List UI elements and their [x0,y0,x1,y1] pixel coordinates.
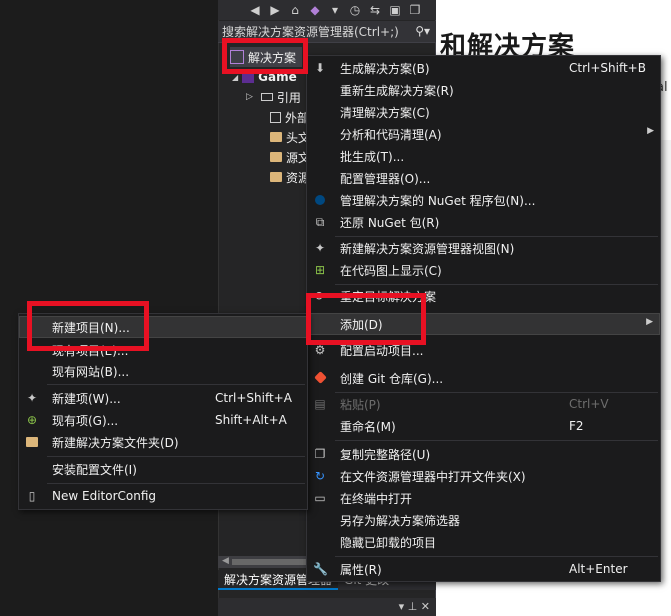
refresh-icon: ↻ [314,469,326,483]
tree-project[interactable]: ◢ Game [232,67,297,87]
solution-search-bar[interactable]: 搜索解决方案资源管理器(Ctrl+;) ⚲▾ [218,21,436,43]
paste-icon: ▤ [314,397,326,411]
menu-item-copy-full-path[interactable]: ❐ 复制完整路径(U) [307,443,660,465]
menu-item-config-manager[interactable]: 配置管理器(O)... [307,167,660,189]
folder-icon [270,132,282,142]
vs-icon[interactable]: ◆ [308,3,322,17]
submenu-item-new-editorconfig[interactable]: ▯ New EditorConfig [19,485,307,507]
submenu-item-existing-item[interactable]: ⊕ 现有项(G)... Shift+Alt+A [19,409,307,431]
solution-search-input[interactable]: 搜索解决方案资源管理器(Ctrl+;) [222,23,402,40]
restore-icon: ⧉ [315,215,325,229]
submenu-item-new-solution-folder[interactable]: 新建解决方案文件夹(D) [19,431,307,453]
menu-item-create-git-repo[interactable]: 创建 Git 仓库(G)... [307,367,660,389]
menu-item-paste[interactable]: ▤ 粘贴(P) Ctrl+V [307,393,660,415]
menu-item-add[interactable]: 添加(D) ▶ [307,313,660,335]
dropdown-icon[interactable]: ▾ [399,600,405,613]
folder-icon [270,172,282,182]
gear-icon: ⚙ [314,343,326,357]
menu-item-rename[interactable]: 重命名(M) F2 [307,415,660,437]
menu-item-clean-solution[interactable]: 清理解决方案(C) [307,101,660,123]
menu-item-rebuild-solution[interactable]: 重新生成解决方案(R) [307,79,660,101]
nuget-icon [315,195,325,205]
menu-item-restore-nuget[interactable]: ⧉ 还原 NuGet 包(R) [307,211,660,233]
menu-item-new-explorer-view[interactable]: ✦ 新建解决方案资源管理器视图(N) [307,237,660,259]
project-icon [242,71,255,83]
terminal-icon: ▭ [314,491,326,505]
menu-separator [47,483,305,484]
editor-background [0,0,218,616]
collapse-icon[interactable]: ▣ [388,3,402,17]
external-deps-icon [270,111,281,123]
solution-context-menu: ⬇ 生成解决方案(B) Ctrl+Shift+B 重新生成解决方案(R) 清理解… [306,55,661,582]
home-icon[interactable]: ⌂ [288,3,302,17]
folder-icon [270,152,282,162]
menu-item-properties[interactable]: 🔧 属性(R) Alt+Enter [307,558,660,580]
switch-view-icon[interactable]: ▾ [328,3,342,17]
panel-bottom-bar: ▾ ⊥ ✕ [218,598,436,616]
tree-item-label: 引用 [276,90,301,105]
close-icon[interactable]: ✕ [421,600,430,613]
file-icon: ▯ [28,489,36,503]
tree-solution-label: 解决方案 [248,50,297,65]
menu-item-analyze[interactable]: 分析和代码清理(A) ▶ [307,123,660,145]
forward-icon[interactable]: ▶ [268,3,282,17]
menu-separator [47,384,305,385]
menu-item-open-in-explorer[interactable]: ↻ 在文件资源管理器中打开文件夹(X) [307,465,660,487]
menu-separator [335,440,658,441]
expand-arrow-icon[interactable]: ◢ [232,73,238,82]
tree-item-resources[interactable]: 资源 [270,167,310,187]
submenu-arrow-icon: ▶ [646,317,653,327]
submenu-item-existing-project[interactable]: 现有项目(E)... [19,339,307,361]
menu-item-save-filter[interactable]: 另存为解决方案筛选器 [307,509,660,531]
collapse-arrow-icon[interactable]: ▷ [246,92,253,102]
menu-separator [47,456,305,457]
build-icon: ⬇ [314,61,326,75]
menu-item-build-solution[interactable]: ⬇ 生成解决方案(B) Ctrl+Shift+B [307,57,660,79]
scroll-left-icon[interactable]: ◀ [222,556,229,566]
tree-item-references[interactable]: ▷ 引用 [246,87,301,107]
menu-item-show-code-map[interactable]: ⊞ 在代码图上显示(C) [307,259,660,281]
wrench-icon: 🔧 [313,562,328,576]
menu-item-hide-unloaded[interactable]: 隐藏已卸载的项目 [307,531,660,553]
submenu-arrow-icon: ▶ [647,126,654,136]
new-item-icon: ✦ [26,391,38,405]
sync-icon[interactable]: ⇆ [368,3,382,17]
existing-item-icon: ⊕ [26,413,38,427]
tree-item-headers[interactable]: 头文 [270,127,310,147]
back-icon[interactable]: ◀ [248,3,262,17]
menu-item-manage-nuget[interactable]: 管理解决方案的 NuGet 程序包(N)... [307,189,660,211]
menu-item-retarget-solution[interactable]: ⟳ 重定目标解决方案 [307,285,660,307]
menu-separator [335,556,658,557]
solution-icon [230,50,244,64]
submenu-item-install-config[interactable]: 安装配置文件(I) [19,458,307,480]
pin-icon[interactable]: ⊥ [408,600,418,613]
submenu-item-new-project[interactable]: 新建项目(N)... [19,316,307,338]
search-icon[interactable]: ⚲▾ [415,24,430,38]
tree-item-external[interactable]: 外部 [270,107,309,127]
git-icon [314,371,327,384]
solution-explorer-toolbar: ◀ ▶ ⌂ ◆ ▾ ◷ ⇆ ▣ ❐ [218,0,436,20]
menu-item-batch-build[interactable]: 批生成(T)... [307,145,660,167]
new-view-icon: ✦ [314,241,326,255]
references-icon [260,93,273,101]
tree-solution[interactable]: 解决方案 [230,47,302,67]
code-map-icon: ⊞ [314,263,326,277]
submenu-item-existing-website[interactable]: 现有网站(B)... [19,360,307,382]
menu-item-open-terminal[interactable]: ▭ 在终端中打开 [307,487,660,509]
tree-item-sources[interactable]: 源文 [270,147,310,167]
tree-project-label: Game [258,70,297,84]
add-submenu: 新建项目(N)... 现有项目(E)... 现有网站(B)... ✦ 新建项(W… [18,313,308,510]
menu-item-configure-startup[interactable]: ⚙ 配置启动项目... [307,339,660,361]
copy-icon: ❐ [314,447,326,461]
retarget-icon: ⟳ [314,289,326,303]
show-all-icon[interactable]: ❐ [408,3,422,17]
new-folder-icon [26,437,38,447]
history-icon[interactable]: ◷ [348,3,362,17]
submenu-item-new-item[interactable]: ✦ 新建项(W)... Ctrl+Shift+A [19,387,307,409]
